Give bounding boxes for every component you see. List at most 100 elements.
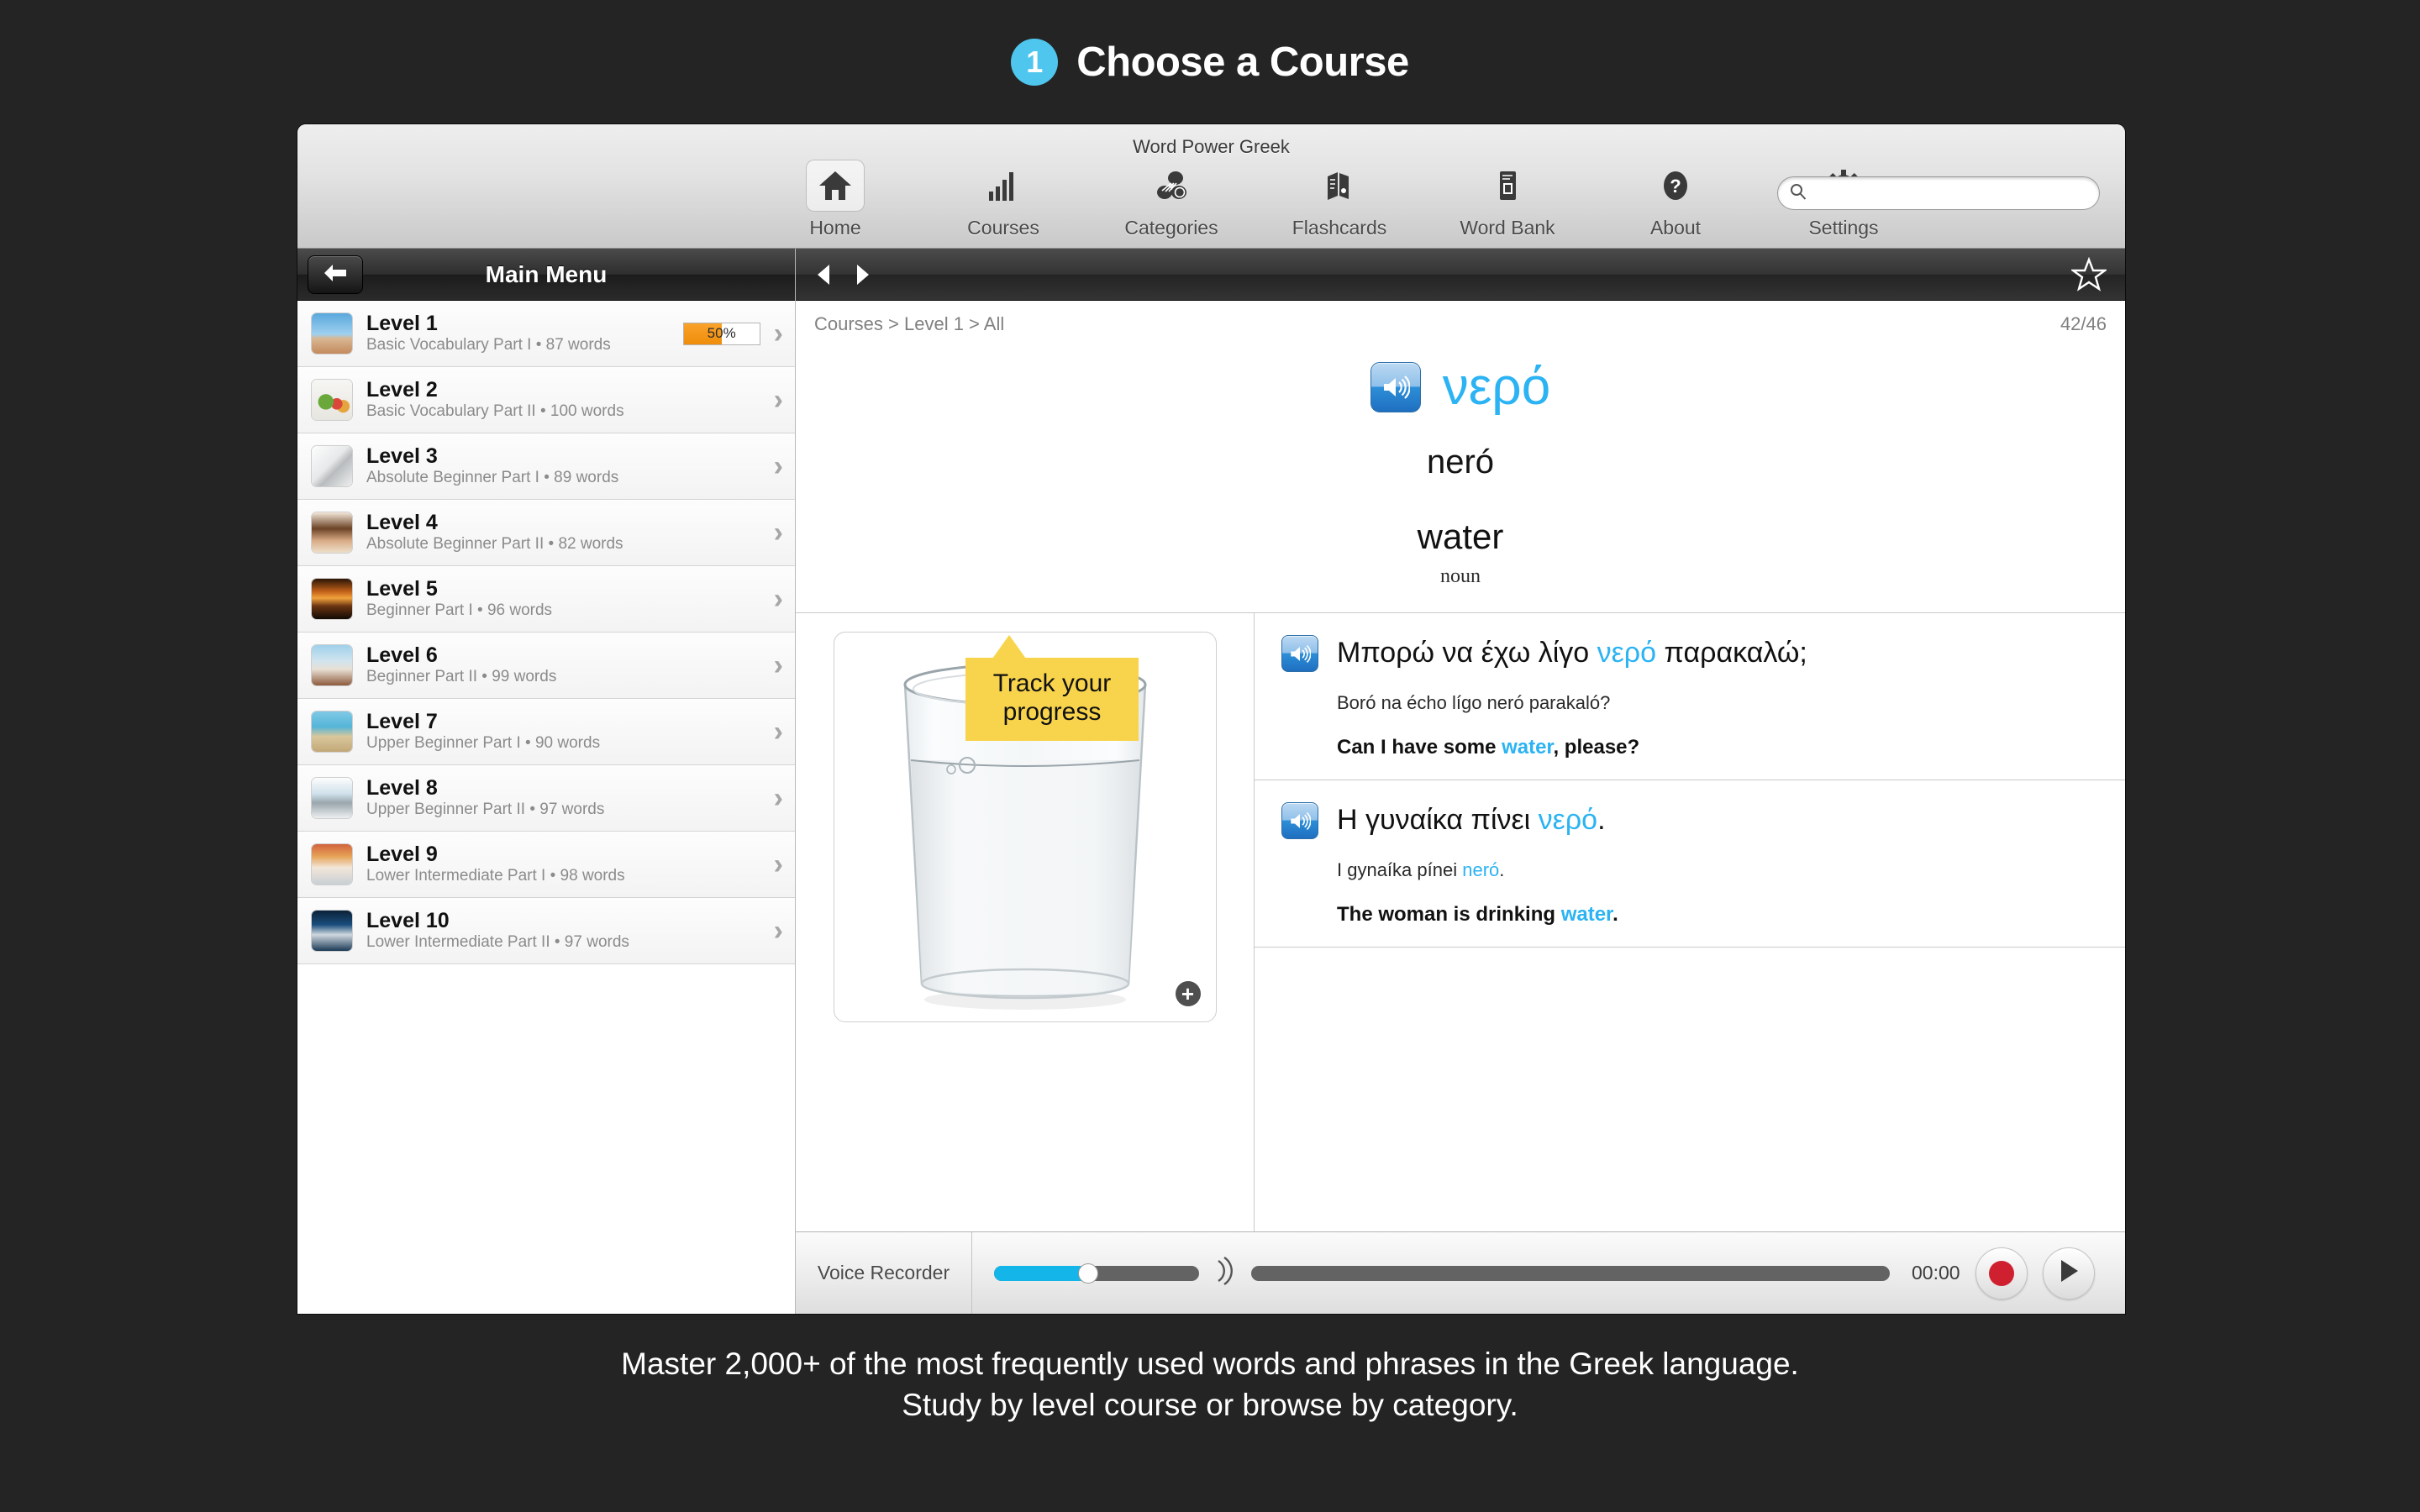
recording-time: 00:00 — [1912, 1262, 1960, 1284]
breadcrumb[interactable]: Courses > Level 1 > All — [814, 313, 1004, 335]
play-triangle-icon — [2057, 1258, 2081, 1288]
next-button[interactable] — [853, 263, 871, 286]
app-body: Main Menu Level 1 Basic Vocabulary Part I… — [297, 249, 2125, 1314]
sentence-headline: Μπορώ να έχω λίγο νερό παρακαλώ; — [1281, 635, 2100, 672]
sentence-target-highlight: νερό — [1538, 804, 1598, 836]
record-dot-icon — [1988, 1260, 2014, 1286]
level-name: Level 3 — [366, 444, 438, 468]
chevron-right-icon: › — [773, 915, 783, 947]
level-description: Upper Beginner Part II • 97 words — [366, 801, 605, 819]
level-thumbnail — [311, 777, 353, 819]
content-pane: Courses > Level 1 > All 42/46 νερό neró … — [796, 249, 2125, 1314]
level-name: Level 9 — [366, 842, 438, 866]
toolbar-label: Home — [809, 217, 861, 239]
volume-slider[interactable] — [994, 1263, 1199, 1284]
level-name: Level 4 — [366, 510, 438, 534]
sentence-target-pre: Η γυναίκα πίνει — [1337, 804, 1539, 836]
level-description: Basic Vocabulary Part I • 87 words — [366, 336, 611, 354]
level-row[interactable]: Level 2 Basic Vocabulary Part II • 100 wo… — [297, 367, 795, 433]
search-icon — [1790, 183, 1807, 204]
level-row[interactable]: Level 8 Upper Beginner Part II • 97 words… — [297, 765, 795, 832]
play-audio-sentence-button[interactable] — [1281, 802, 1318, 839]
word-part-of-speech: noun — [1440, 565, 1481, 587]
footer-caption: Master 2,000+ of the most frequently use… — [0, 1344, 2420, 1426]
level-description: Basic Vocabulary Part II • 100 words — [366, 402, 624, 421]
sidebar-title: Main Menu — [485, 260, 608, 287]
level-name: Level 5 — [366, 576, 438, 601]
word-romanization: neró — [1426, 444, 1495, 480]
level-row[interactable]: Level 10 Lower Intermediate Part II • 97 … — [297, 898, 795, 964]
toolbar-item-courses[interactable]: Courses — [919, 160, 1087, 239]
example-sentence: Η γυναίκα πίνει νερό. I gynaíka pínei ner… — [1255, 780, 2125, 948]
chevron-right-icon: › — [773, 848, 783, 880]
playback-track[interactable] — [1251, 1265, 1890, 1281]
level-thumbnail — [311, 644, 353, 686]
breadcrumb-bar: Courses > Level 1 > All 42/46 — [796, 301, 2125, 348]
sentence-roman-highlight: neró — [1462, 859, 1500, 880]
word-card: νερό neró water noun — [796, 348, 2125, 613]
level-name: Level 8 — [366, 775, 438, 800]
level-thumbnail — [311, 512, 353, 554]
play-button[interactable] — [2042, 1247, 2095, 1299]
level-row[interactable]: Level 6 Beginner Part II • 99 words › — [297, 633, 795, 699]
chevron-right-icon: › — [773, 318, 783, 349]
level-row[interactable]: Level 9 Lower Intermediate Part I • 98 wo… — [297, 832, 795, 898]
sentence-target-text: Μπορώ να έχω λίγο νερό παρακαλώ; — [1337, 635, 1807, 669]
previous-button[interactable] — [814, 263, 833, 286]
back-button[interactable] — [308, 255, 363, 294]
play-audio-sentence-button[interactable] — [1281, 635, 1318, 672]
sentence-translation: Can I have some water, please? — [1337, 736, 2100, 759]
level-row[interactable]: Level 1 Basic Vocabulary Part I • 87 word… — [297, 301, 795, 367]
sidebar: Main Menu Level 1 Basic Vocabulary Part I… — [297, 249, 1139, 1314]
level-thumbnail — [311, 910, 353, 952]
footer-line-2: Study by level course or browse by categ… — [902, 1387, 1518, 1422]
favorite-star-icon[interactable] — [2070, 256, 2108, 292]
bar-chart-icon — [974, 160, 1033, 212]
level-description: Upper Beginner Part I • 90 words — [366, 734, 601, 753]
level-row[interactable]: Level 4 Absolute Beginner Part II • 82 wo… — [297, 500, 795, 566]
sidebar-header: Main Menu — [297, 249, 795, 301]
volume-slider-fill — [994, 1265, 1089, 1281]
page-title: Choose a Course — [1076, 39, 1409, 85]
search-box[interactable] — [1777, 176, 2100, 210]
footer-line-1: Master 2,000+ of the most frequently use… — [621, 1347, 1799, 1381]
sentence-eng-post: . — [1612, 903, 1618, 926]
step-number-badge: 1 — [1011, 39, 1059, 86]
level-description: Beginner Part II • 99 words — [366, 668, 557, 686]
record-button[interactable] — [1975, 1247, 2028, 1299]
level-description: Absolute Beginner Part I • 89 words — [366, 469, 619, 487]
page-header: 1 Choose a Course — [0, 0, 2420, 124]
level-name: Level 10 — [366, 908, 450, 932]
toolbar-item-word-bank[interactable]: Word Bank — [1423, 160, 1591, 239]
voice-recorder-bar: Voice Recorder 00:00 — [796, 1231, 2125, 1314]
sentence-roman-pre: I gynaíka pínei — [1337, 859, 1463, 880]
question-mark-icon: ? — [1646, 160, 1705, 212]
level-row[interactable]: Level 5 Beginner Part I • 96 words › — [297, 566, 795, 633]
level-text: Level 7 Upper Beginner Part I • 90 words — [366, 711, 774, 753]
toolbar-item-about[interactable]: ? About — [1591, 160, 1760, 239]
search-input[interactable] — [1813, 183, 2099, 203]
toolbar-item-categories[interactable]: Categories — [1087, 160, 1255, 239]
volume-slider-knob[interactable] — [1078, 1263, 1099, 1284]
window-title: Word Power Greek — [1133, 136, 1290, 157]
example-sentence: Μπορώ να έχω λίγο νερό παρακαλώ; Boró na … — [1255, 613, 2125, 780]
sentence-eng-pre: The woman is drinking — [1337, 903, 1561, 926]
level-thumbnail — [311, 578, 353, 620]
level-name: Level 7 — [366, 709, 438, 733]
level-text: Level 3 Absolute Beginner Part I • 89 wor… — [366, 445, 774, 488]
toolbar-item-flashcards[interactable]: Flashcards — [1255, 160, 1423, 239]
app-window: Word Power Greek Home Courses Categories… — [297, 124, 2125, 1314]
toolbar-item-home[interactable]: Home — [751, 160, 919, 239]
level-row[interactable]: Level 7 Upper Beginner Part I • 90 words › — [297, 699, 795, 765]
level-row[interactable]: Level 3 Absolute Beginner Part I • 89 wor… — [297, 433, 795, 500]
content-topbar — [796, 249, 2125, 301]
word-target: νερό — [1442, 358, 1551, 416]
sentence-target-post: παρακαλώ; — [1656, 637, 1807, 669]
sentence-target-pre: Μπορώ να έχω λίγο — [1337, 637, 1597, 669]
level-text: Level 9 Lower Intermediate Part I • 98 wo… — [366, 843, 774, 886]
level-text: Level 8 Upper Beginner Part II • 97 words — [366, 777, 774, 820]
level-thumbnail — [311, 843, 353, 885]
zoom-image-badge[interactable]: + — [1175, 981, 1201, 1006]
sentence-target-text: Η γυναίκα πίνει νερό. — [1337, 802, 1606, 837]
play-audio-word-button[interactable] — [1370, 362, 1421, 412]
